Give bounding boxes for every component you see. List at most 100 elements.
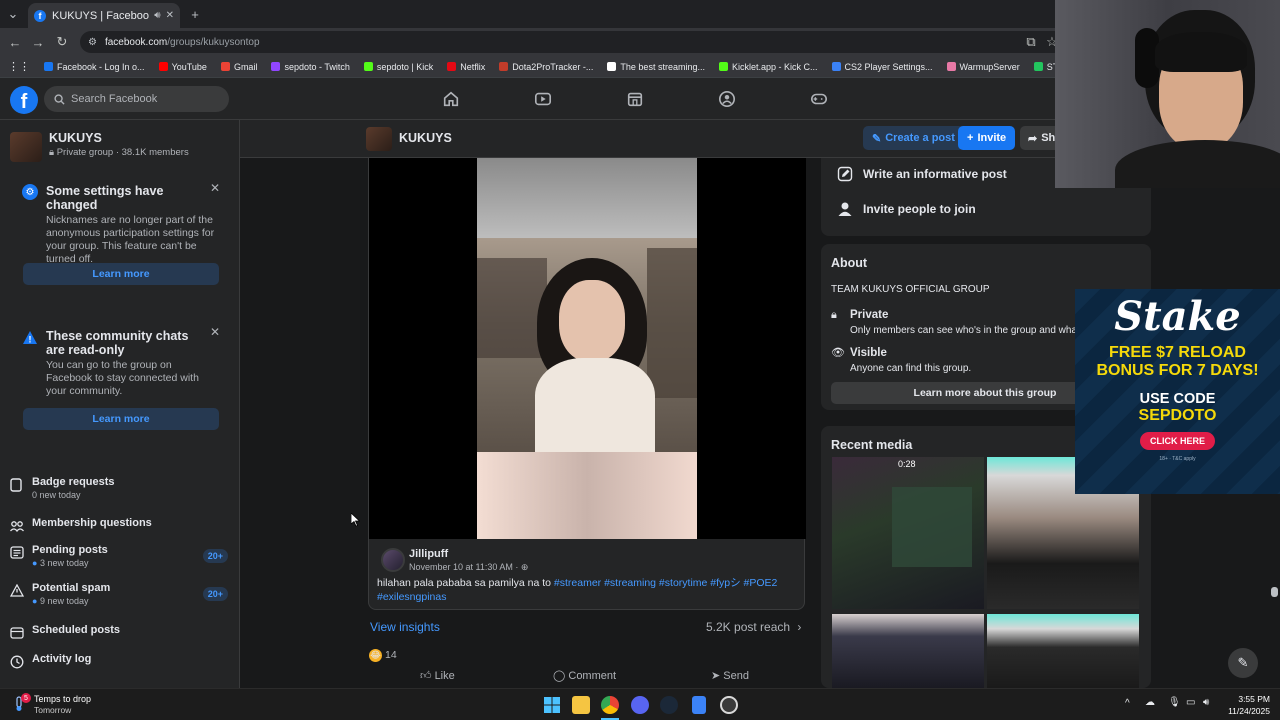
weather-title[interactable]: Temps to drop <box>34 694 91 704</box>
search-facebook-input[interactable]: Search Facebook <box>44 86 229 112</box>
stake-logo: Stake <box>1114 293 1241 340</box>
chrome-icon[interactable] <box>601 696 619 714</box>
lock-icon: 🔒︎ <box>49 147 55 158</box>
cloud-icon[interactable]: ☁︎ <box>1145 697 1155 708</box>
marketplace-icon[interactable] <box>624 88 646 110</box>
caption-hashtags[interactable]: #streamer #streaming #storytime #fypシ #P… <box>554 577 778 589</box>
calendar-icon <box>10 626 24 640</box>
bookmark-item[interactable]: Facebook - Log In o... <box>44 62 145 72</box>
media-thumbnail[interactable]: 0:28 <box>832 457 984 609</box>
create-post-button[interactable]: ✎ Create a post <box>863 126 964 150</box>
view-insights-link[interactable]: View insights <box>370 620 440 634</box>
group-thumbnail[interactable] <box>10 132 42 162</box>
admin-item-label: Scheduled posts <box>32 624 121 636</box>
reload-icon[interactable]: ↻ <box>53 33 71 51</box>
bookmark-item[interactable]: WarmupServer <box>946 62 1020 72</box>
group-meta-text: Private group · 38.1K members <box>56 147 189 158</box>
windows-start-icon[interactable] <box>543 696 561 714</box>
media-thumbnail[interactable] <box>987 614 1139 688</box>
send-button[interactable]: ➤ Send <box>711 669 749 682</box>
bookmark-item[interactable]: YouTube <box>158 61 207 72</box>
bookmark-item[interactable]: Kicklet.app - Kick C... <box>718 62 818 72</box>
group-name[interactable]: KUKUYS <box>49 131 102 145</box>
back-icon[interactable]: ← <box>6 33 24 51</box>
obs-icon[interactable] <box>720 696 738 714</box>
group-bar-name[interactable]: KUKUYS <box>399 131 452 145</box>
browser-tab[interactable]: f KUKUYS | Facebook 🔊︎ ✕ <box>28 3 180 28</box>
groups-icon[interactable] <box>716 88 738 110</box>
media-thumbnail[interactable] <box>832 614 984 688</box>
microphone-icon[interactable]: 🎙︎ <box>1168 697 1181 708</box>
tab-search-icon[interactable]: ⌄ <box>4 5 22 23</box>
haha-reaction-icon[interactable]: 😂︎ <box>369 649 382 662</box>
read-only-chats-notice: These community chats are read-only You … <box>46 329 206 398</box>
volume-icon[interactable]: 🔊︎ <box>1203 697 1209 708</box>
discord-icon[interactable] <box>631 696 649 714</box>
stake-ad-overlay[interactable]: Stake FREE $7 RELOAD BONUS FOR 7 DAYS! U… <box>1075 289 1280 494</box>
learn-more-button[interactable]: Learn more <box>23 408 219 430</box>
bookmark-item[interactable]: sepdoto - Twitch <box>271 62 350 72</box>
invite-people-link[interactable]: Invite people to join <box>863 202 976 216</box>
post-reach[interactable]: 5.2K post reach › <box>706 620 801 634</box>
questions-icon <box>10 519 24 533</box>
close-tab-icon[interactable]: ✕ <box>166 10 174 21</box>
new-tab-icon[interactable]: + <box>186 5 204 23</box>
invite-button[interactable]: + Invite <box>958 126 1016 150</box>
admin-item-sub: 0 new today <box>32 490 81 500</box>
address-bar[interactable]: ⚙︎ facebook.com/groups/kukuysontop <box>80 31 1065 53</box>
steam-icon[interactable] <box>660 696 678 714</box>
facebook-logo-icon[interactable]: f <box>10 86 38 114</box>
caption-hashtags[interactable]: #exilesngpinas <box>377 591 446 603</box>
comment-button[interactable]: ◯ Comment <box>553 669 616 682</box>
scrollbar-thumb[interactable] <box>1271 587 1278 597</box>
network-icon[interactable]: ▭ <box>1186 697 1195 708</box>
post-caption: hilahan pala pababa sa pamilya na to #st… <box>377 577 797 604</box>
post-video[interactable] <box>369 158 806 539</box>
bookmark-item[interactable]: sepdoto | Kick <box>363 62 433 72</box>
pending-posts-icon <box>10 546 24 560</box>
close-notice-icon[interactable]: ✕ <box>210 181 220 195</box>
clock-icon <box>10 655 24 669</box>
admin-item-label: Activity log <box>32 653 92 665</box>
bookmark-label: YouTube <box>171 61 207 72</box>
reaction-count[interactable]: 14 <box>385 649 397 661</box>
like-button[interactable]: 👍︎ Like <box>420 669 455 682</box>
spam-warning-icon <box>9 583 25 598</box>
send-icon: ➤ <box>711 670 721 682</box>
url-domain: facebook.com <box>104 36 168 48</box>
show-hidden-icons-icon[interactable]: ^ <box>1125 698 1130 709</box>
group-thumbnail[interactable] <box>366 127 392 151</box>
file-explorer-icon[interactable] <box>572 696 590 714</box>
post-date[interactable]: November 10 at 11:30 AM · ⊕ <box>409 562 528 573</box>
clock-date[interactable]: 11/24/2025 <box>1222 706 1270 716</box>
forward-icon[interactable]: → <box>29 33 47 51</box>
search-placeholder: Search Facebook <box>71 93 158 105</box>
close-notice-icon[interactable]: ✕ <box>210 325 220 339</box>
bookmark-item[interactable]: Gmail <box>220 62 257 72</box>
globe-icon: ⊕ <box>520 562 529 572</box>
edit-icon: ✎ <box>872 132 882 145</box>
ad-line-1: FREE $7 RELOAD <box>1109 344 1246 361</box>
speaker-icon[interactable]: 🔊︎ <box>154 10 160 21</box>
learn-more-button[interactable]: Learn more <box>23 263 219 285</box>
gaming-icon[interactable] <box>808 88 830 110</box>
bookmark-item[interactable]: CS2 Player Settings... <box>831 62 933 72</box>
mouse-cursor-icon <box>350 512 361 532</box>
new-message-icon[interactable]: ✎ <box>1228 648 1258 678</box>
admin-item-label: Membership questions <box>32 517 152 529</box>
apps-grid-icon[interactable]: ⋮⋮ <box>8 60 30 73</box>
ad-click-here-button[interactable]: CLICK HERE <box>1139 432 1215 450</box>
site-info-icon[interactable]: ⚙︎ <box>88 37 97 48</box>
clock-time[interactable]: 3:55 PM <box>1222 694 1270 704</box>
install-app-icon[interactable]: ⧉ <box>1022 33 1040 51</box>
post-author[interactable]: Jillipuff <box>409 548 448 560</box>
author-avatar[interactable] <box>381 548 405 572</box>
bookmark-item[interactable]: Dota2ProTracker -... <box>499 62 593 72</box>
bookmark-item[interactable]: Netflix <box>447 62 485 72</box>
notification-badge: 5 <box>21 693 31 703</box>
write-post-link[interactable]: Write an informative post <box>863 167 1007 181</box>
bookmark-item[interactable]: The best streaming... <box>607 62 705 72</box>
video-icon[interactable] <box>532 88 554 110</box>
notepad-icon[interactable] <box>692 696 706 714</box>
home-icon[interactable] <box>440 88 462 110</box>
